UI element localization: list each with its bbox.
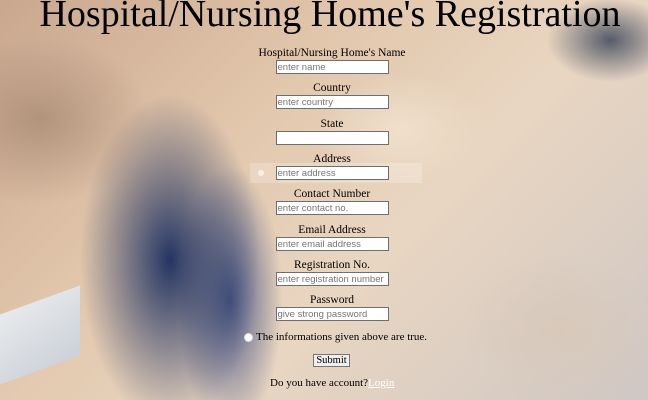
agree-row: The informations given above are true. [244,331,427,343]
login-link[interactable]: Login [368,377,394,389]
field-country: Country [200,82,464,109]
contact-input[interactable] [275,201,389,215]
field-password: Password [200,294,464,321]
account-prompt: Do you have account? [270,377,369,389]
field-email-label: Email Address [298,224,366,236]
field-state: State [200,118,464,145]
field-address-label: Address [313,153,351,165]
password-input[interactable] [275,307,389,321]
field-registration: Registration No. [200,259,464,286]
field-state-label: State [320,118,344,130]
agree-label: The informations given above are true. [256,331,428,343]
field-name: Hospital/Nursing Home's Name [200,47,464,74]
field-address: Address [200,153,464,180]
country-input[interactable] [275,95,389,109]
field-contact: Contact Number [200,188,464,215]
field-registration-label: Registration No. [293,259,371,271]
account-row: Do you have account?Login [270,377,394,389]
address-input[interactable] [275,166,389,180]
field-name-label: Hospital/Nursing Home's Name [258,47,406,59]
state-input[interactable] [275,131,389,145]
field-password-label: Password [309,294,355,306]
page-title: Hospital/Nursing Home's Registration [39,0,621,35]
email-input[interactable] [275,237,389,251]
field-email: Email Address [200,224,464,251]
field-country-label: Country [313,82,351,94]
agree-radio[interactable] [244,332,253,342]
submit-button[interactable]: Submit [313,354,350,367]
field-contact-label: Contact Number [293,188,371,200]
name-input[interactable] [275,60,389,74]
registration-input[interactable] [275,272,389,286]
